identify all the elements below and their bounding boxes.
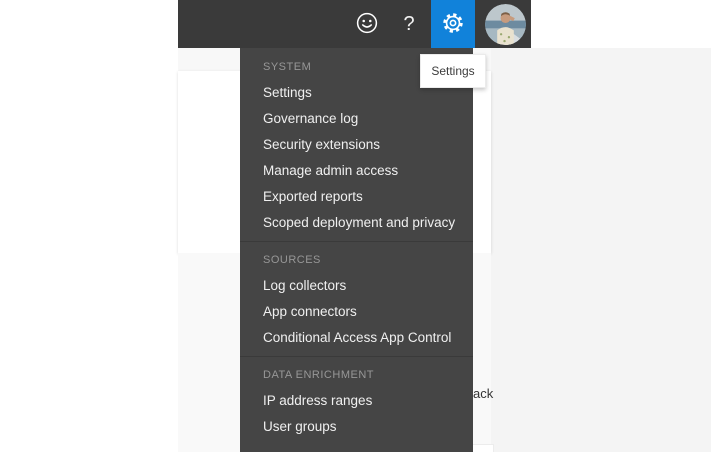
feedback-button[interactable] <box>347 0 387 48</box>
screenshot-root: ack ? SYSTEM Settings Governance log Sec… <box>0 0 711 452</box>
avatar-photo-icon <box>484 3 526 45</box>
menu-item-governance-log[interactable]: Governance log <box>240 106 473 132</box>
settings-tooltip: Settings <box>420 54 486 88</box>
help-button[interactable]: ? <box>389 0 429 48</box>
menu-divider <box>240 356 473 357</box>
settings-menu: SYSTEM Settings Governance log Security … <box>240 48 473 452</box>
menu-item-log-collectors[interactable]: Log collectors <box>240 273 473 299</box>
menu-item-conditional-access[interactable]: Conditional Access App Control <box>240 325 473 351</box>
smiley-icon <box>355 11 379 38</box>
menu-item-ip-address-ranges[interactable]: IP address ranges <box>240 388 473 414</box>
menu-divider <box>240 241 473 242</box>
menu-item-manage-admin-access[interactable]: Manage admin access <box>240 158 473 184</box>
question-mark-icon: ? <box>403 13 415 35</box>
menu-item-exported-reports[interactable]: Exported reports <box>240 184 473 210</box>
user-avatar[interactable] <box>483 0 527 48</box>
menu-item-user-groups[interactable]: User groups <box>240 414 473 440</box>
menu-item-security-extensions[interactable]: Security extensions <box>240 132 473 158</box>
gear-icon <box>441 11 465 38</box>
menu-item-app-connectors[interactable]: App connectors <box>240 299 473 325</box>
top-bar: ? <box>178 0 531 48</box>
menu-section-header-sources: SOURCES <box>263 254 321 266</box>
settings-button[interactable] <box>431 0 475 48</box>
menu-section-header-data-enrichment: DATA ENRICHMENT <box>263 369 374 381</box>
partially-hidden-text: ack <box>473 386 494 401</box>
menu-item-scoped-deployment[interactable]: Scoped deployment and privacy <box>240 210 473 236</box>
